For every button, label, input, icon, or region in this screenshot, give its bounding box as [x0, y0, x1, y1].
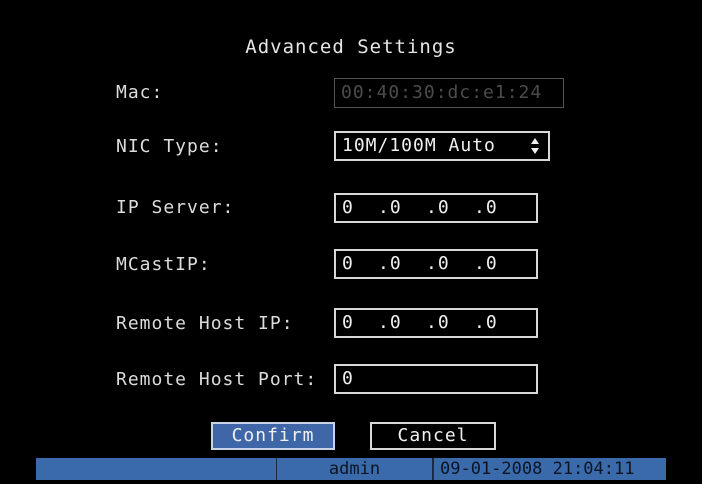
ip-octet: .0	[474, 312, 498, 333]
dialog-title: Advanced Settings	[245, 36, 457, 58]
ip-octet: .0	[378, 253, 402, 274]
confirm-button[interactable]: Confirm	[211, 422, 335, 450]
ip-octet: .0	[426, 197, 450, 218]
up-down-arrows-icon[interactable]	[530, 137, 540, 155]
nic-type-value: 10M/100M Auto	[342, 135, 496, 156]
mac-label: Mac:	[116, 82, 164, 103]
ip-octet: 0	[342, 197, 354, 218]
mcast-ip-input[interactable]: 0 .0 .0 .0	[334, 249, 538, 279]
status-bar: admin 09-01-2008 21:04:11	[36, 458, 666, 480]
nic-type-label: NIC Type:	[116, 136, 223, 157]
ip-octet: .0	[378, 197, 402, 218]
current-user: admin	[276, 458, 432, 480]
ip-octet: .0	[378, 312, 402, 333]
ip-octet: .0	[426, 312, 450, 333]
status-bar-blank	[36, 458, 276, 480]
remote-host-ip-input[interactable]: 0 .0 .0 .0	[334, 308, 538, 338]
advanced-settings-dialog: Advanced Settings Mac: 00:40:30:dc:e1:24…	[0, 0, 702, 484]
mac-field: 00:40:30:dc:e1:24	[334, 78, 564, 108]
remote-host-ip-label: Remote Host IP:	[116, 313, 294, 334]
ip-server-label: IP Server:	[116, 197, 235, 218]
remote-host-port-input[interactable]: 0	[334, 364, 538, 394]
ip-server-input[interactable]: 0 .0 .0 .0	[334, 193, 538, 223]
ip-octet: .0	[474, 197, 498, 218]
date-time: 09-01-2008 21:04:11	[432, 458, 666, 480]
nic-type-select[interactable]: 10M/100M Auto	[334, 131, 550, 161]
mcast-ip-label: MCastIP:	[116, 254, 211, 275]
ip-octet: 0	[342, 253, 354, 274]
cancel-button[interactable]: Cancel	[370, 422, 496, 450]
ip-octet: .0	[426, 253, 450, 274]
remote-host-port-label: Remote Host Port:	[116, 369, 318, 390]
ip-octet: 0	[342, 312, 354, 333]
ip-octet: .0	[474, 253, 498, 274]
